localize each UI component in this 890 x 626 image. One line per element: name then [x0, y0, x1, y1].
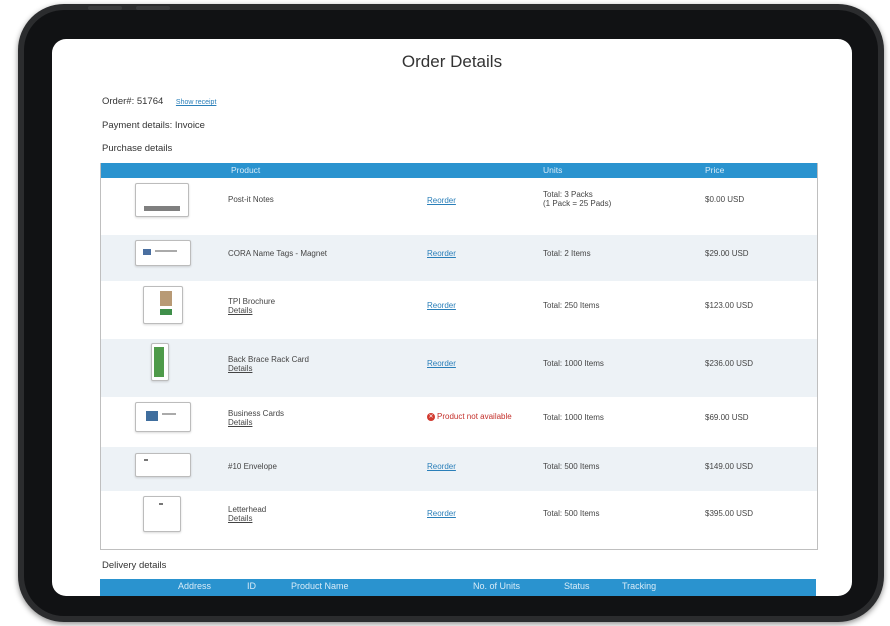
product-name: Post-it Notes: [228, 195, 274, 204]
thumbnail-graphic: [144, 459, 148, 461]
product-cell: Back Brace Rack Card Details: [228, 355, 309, 373]
table-row: TPI Brochure Details Reorder Total: 250 …: [101, 281, 817, 339]
reorder-link[interactable]: Reorder: [427, 462, 456, 471]
column-header-status: Status: [564, 581, 590, 591]
table-row: Business Cards Details ✕ Product not avai…: [101, 397, 817, 447]
product-cell: Letterhead Details: [228, 505, 266, 523]
details-link[interactable]: Details: [228, 514, 266, 523]
delivery-details-heading: Delivery details: [102, 560, 167, 571]
product-thumbnail[interactable]: [143, 286, 183, 324]
units-value: Total: 1000 Items: [543, 359, 604, 368]
price-value: $123.00 USD: [705, 301, 754, 310]
thumbnail-graphic: [159, 503, 163, 505]
reorder-link[interactable]: Reorder: [427, 249, 456, 258]
details-link[interactable]: Details: [228, 364, 309, 373]
thumbnail-graphic: [154, 347, 164, 377]
thumbnail-graphic: [155, 250, 177, 252]
product-name: Business Cards: [228, 409, 285, 418]
payment-details: Payment details: Invoice: [102, 120, 205, 131]
units-value: Total: 250 Items: [543, 301, 600, 310]
table-row: Letterhead Details Reorder Total: 500 It…: [101, 491, 817, 549]
details-link[interactable]: Details: [228, 418, 284, 427]
units-note: (1 Pack = 25 Pads): [543, 199, 612, 208]
price-value: $29.00 USD: [705, 249, 749, 258]
product-name: CORA Name Tags - Magnet: [228, 249, 328, 258]
product-thumbnail[interactable]: [151, 343, 169, 381]
details-link[interactable]: Details: [228, 306, 275, 315]
table-row: #10 Envelope Reorder Total: 500 Items $1…: [101, 447, 817, 491]
purchase-table-header: Product Units Price: [101, 163, 817, 178]
reorder-link[interactable]: Reorder: [427, 301, 456, 310]
thumbnail-graphic: [160, 291, 172, 306]
table-row: CORA Name Tags - Magnet Reorder Total: 2…: [101, 235, 817, 281]
product-thumbnail[interactable]: [135, 453, 191, 477]
order-number: 51764: [136, 96, 164, 107]
product-thumbnail[interactable]: [135, 240, 191, 266]
column-header-id: ID: [247, 581, 256, 591]
table-row: Back Brace Rack Card Details Reorder Tot…: [101, 339, 817, 397]
screen: Order Details Order#: 51764 Show receipt…: [52, 39, 852, 596]
price-value: $69.00 USD: [705, 413, 749, 422]
column-header-price: Price: [705, 165, 725, 175]
table-row: Post-it Notes Reorder Total: 3 Packs (1 …: [101, 178, 817, 235]
close-circle-icon: ✕: [427, 412, 435, 421]
purchase-details-heading: Purchase details: [102, 143, 173, 154]
product-name: Back Brace Rack Card: [228, 355, 309, 364]
reorder-link[interactable]: Reorder: [427, 196, 456, 205]
product-thumbnail[interactable]: [135, 183, 189, 217]
price-value: $395.00 USD: [705, 509, 754, 518]
thumbnail-graphic: [162, 413, 176, 415]
reorder-link[interactable]: Reorder: [427, 359, 456, 368]
product-name: #10 Envelope: [228, 462, 277, 471]
column-header-units: No. of Units: [473, 581, 521, 591]
thumbnail-graphic: [143, 249, 151, 255]
page-title: Order Details: [401, 52, 503, 71]
show-receipt-link[interactable]: Show receipt: [176, 99, 216, 106]
product-not-available: ✕ Product not available: [427, 412, 512, 421]
column-header-tracking: Tracking: [622, 581, 657, 591]
status-text: Product not available: [437, 412, 512, 421]
thumbnail-graphic: [146, 411, 158, 421]
column-header-product-name: Product Name: [291, 581, 349, 591]
units-value: Total: 500 Items: [543, 509, 600, 518]
thumbnail-graphic: [144, 206, 180, 211]
units-value: Total: 2 Items: [543, 249, 591, 258]
units-value: Total: 3 Packs (1 Pack = 25 Pads): [543, 190, 611, 208]
units-total: Total: 3 Packs: [543, 190, 593, 199]
thumbnail-graphic: [160, 309, 172, 315]
delivery-table-header: Address ID Product Name No. of Units Sta…: [100, 579, 816, 596]
price-value: $236.00 USD: [705, 359, 754, 368]
order-label: Order#:: [102, 96, 135, 107]
product-name: TPI Brochure: [228, 297, 276, 306]
product-cell: TPI Brochure Details: [228, 297, 275, 315]
product-name: Letterhead: [228, 505, 267, 514]
product-thumbnail[interactable]: [135, 402, 191, 432]
units-value: Total: 500 Items: [543, 462, 600, 471]
product-cell: Business Cards Details: [228, 409, 284, 427]
order-line: Order#: 51764 Show receipt: [102, 96, 216, 107]
price-value: $149.00 USD: [705, 462, 754, 471]
purchase-table: Product Units Price Post-it Notes Reorde…: [100, 163, 818, 550]
column-header-units: Units: [543, 165, 563, 175]
column-header-product: Product: [231, 165, 261, 175]
price-value: $0.00 USD: [705, 195, 745, 204]
column-header-address: Address: [178, 581, 212, 591]
reorder-link[interactable]: Reorder: [427, 509, 456, 518]
units-value: Total: 1000 Items: [543, 413, 604, 422]
product-thumbnail[interactable]: [143, 496, 181, 532]
